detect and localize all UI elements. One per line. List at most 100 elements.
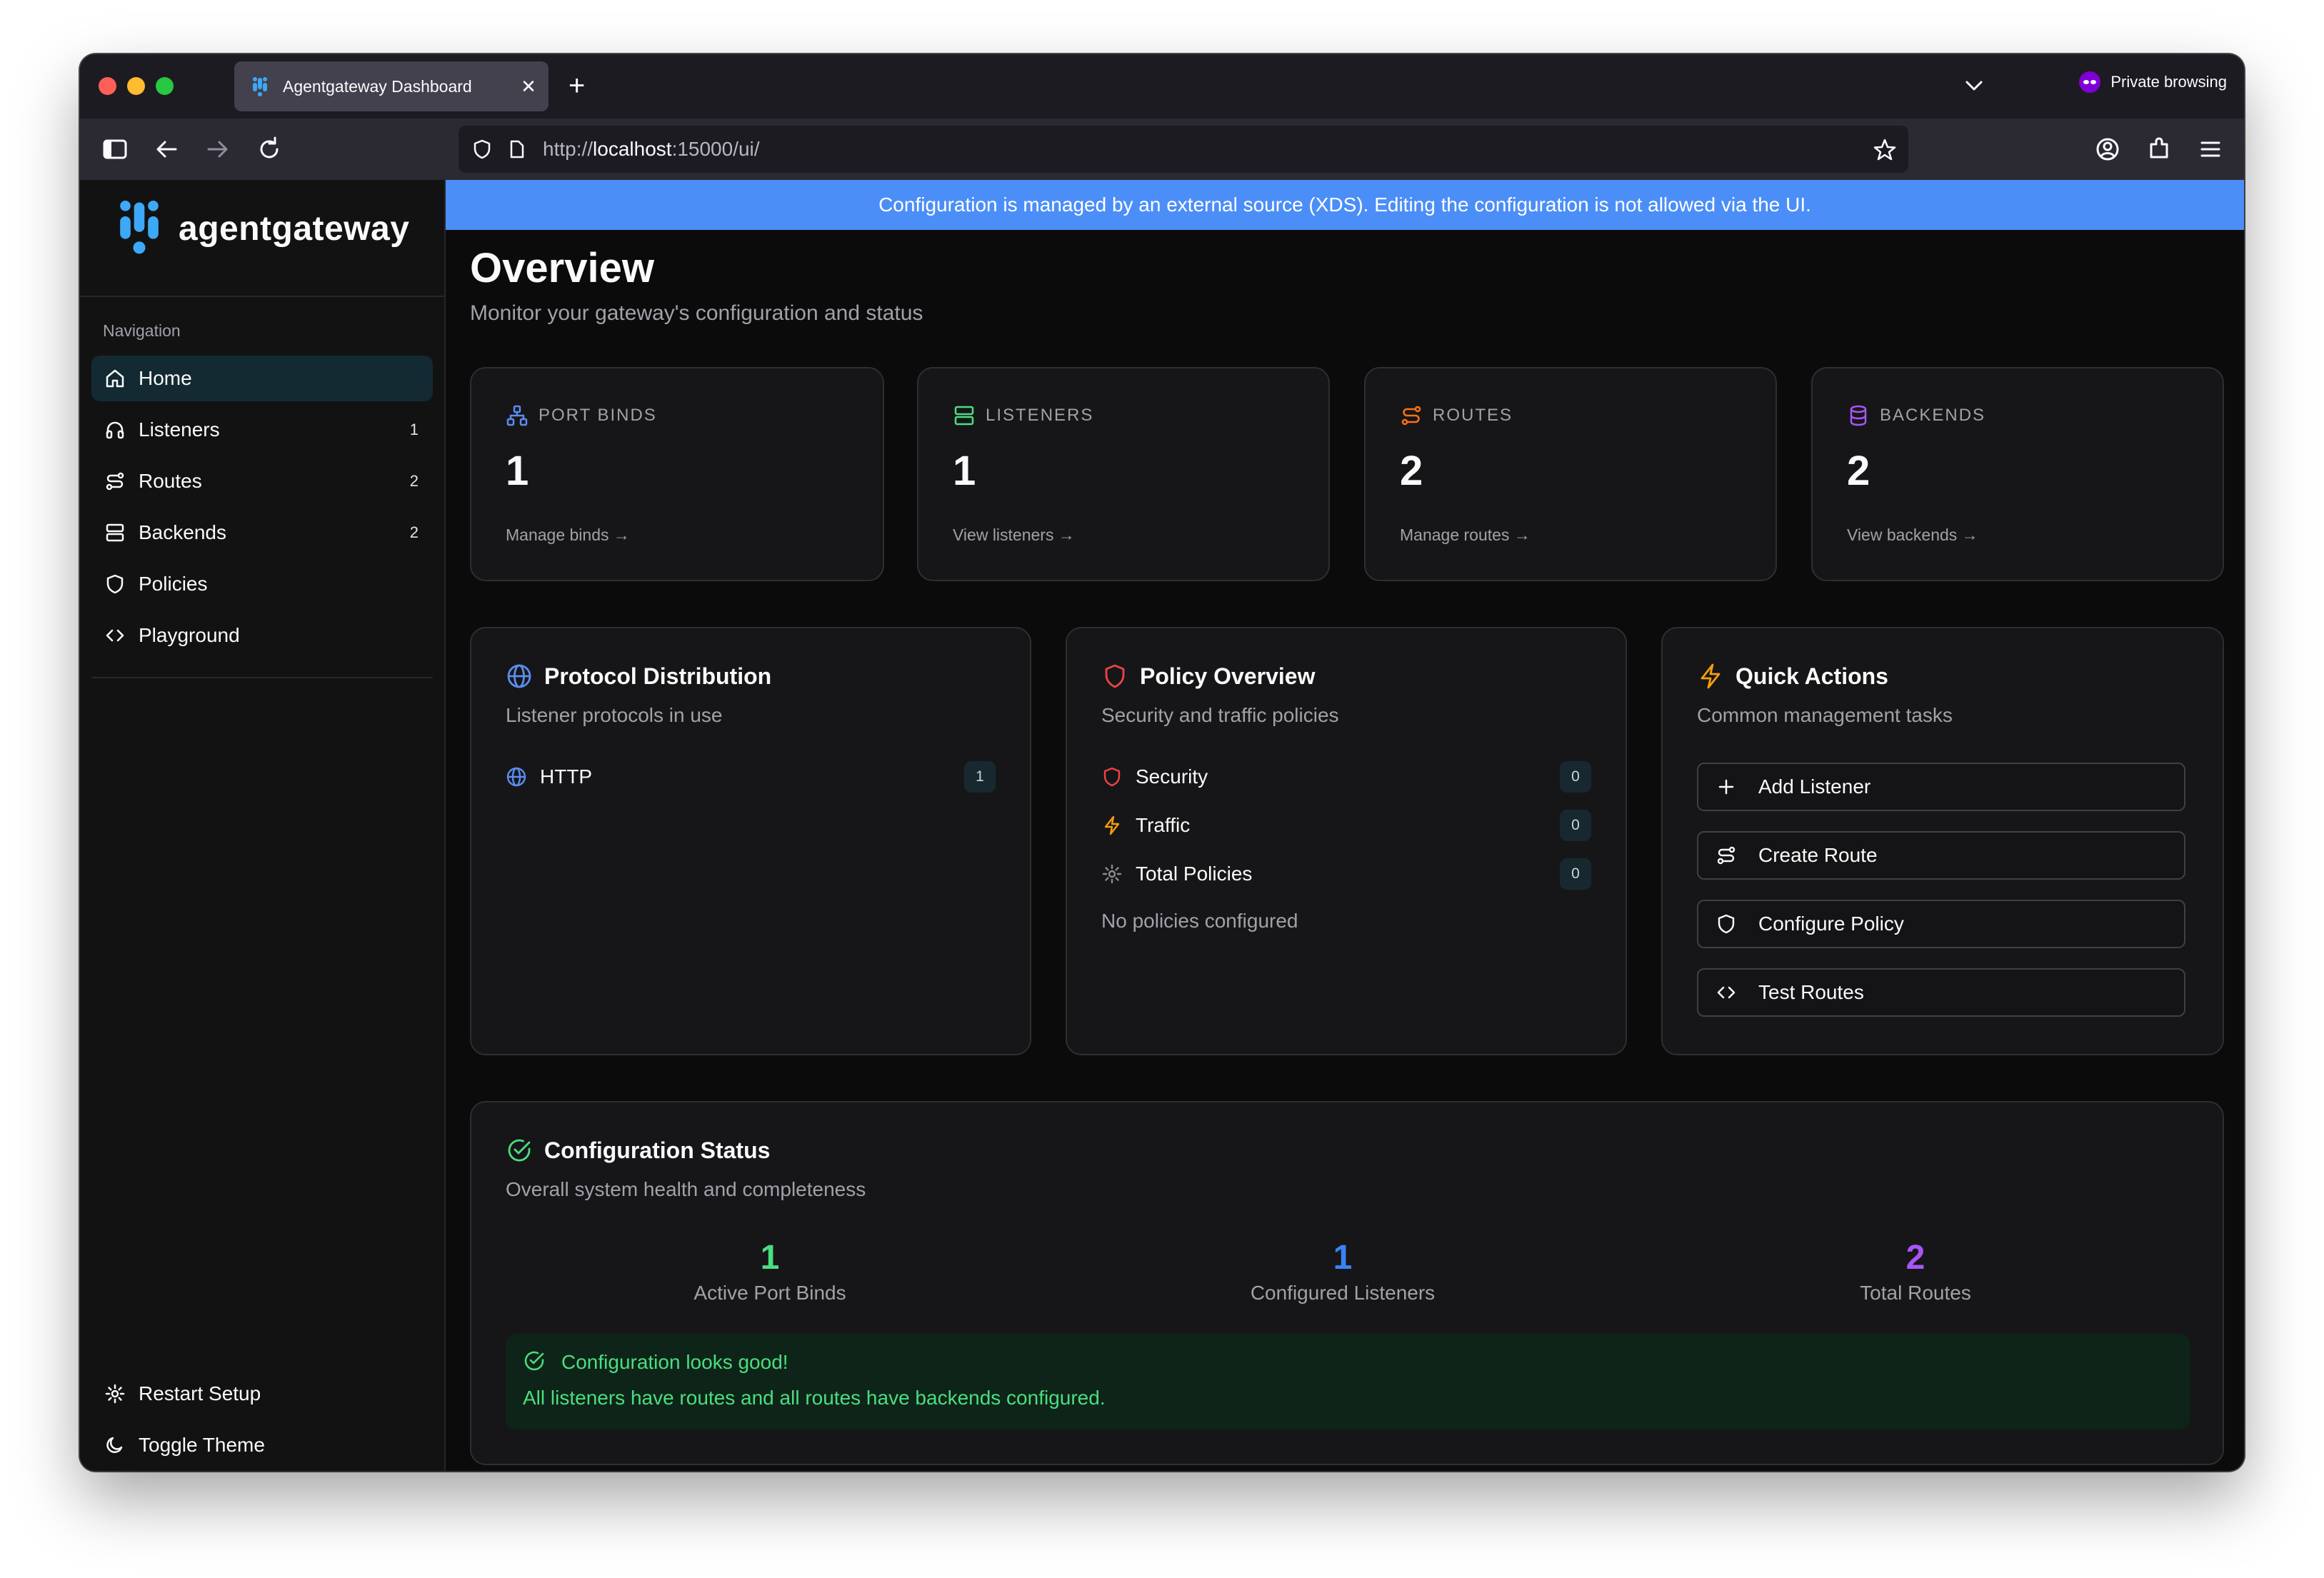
policy-row-security: Security 0 xyxy=(1101,761,1591,793)
chevron-down-icon[interactable] xyxy=(1960,71,1988,100)
config-ok-alert: Configuration looks good! All listeners … xyxy=(506,1334,2190,1429)
lightning-icon xyxy=(1701,663,1721,689)
manage-routes-link[interactable]: Manage routes → xyxy=(1400,526,1531,545)
close-window-button[interactable] xyxy=(99,77,116,95)
sidebar-item-listeners[interactable]: Listeners 1 xyxy=(91,407,433,453)
sidebar-item-label: Backends xyxy=(139,521,226,543)
route-icon xyxy=(1717,846,1736,865)
view-backends-link[interactable]: View backends → xyxy=(1847,526,1978,545)
browser-window: Agentgateway Dashboard ✕ + Private brows… xyxy=(80,54,2244,1471)
stat-card-routes: ROUTES 2 Manage routes → xyxy=(1364,367,1777,581)
metric-label: Active Port Binds xyxy=(693,1282,846,1304)
shield-icon xyxy=(1103,767,1121,787)
sidebar-item-routes[interactable]: Routes 2 xyxy=(91,458,433,504)
configure-policy-button[interactable]: Configure Policy xyxy=(1697,900,2185,948)
browser-tab-active[interactable]: Agentgateway Dashboard ✕ xyxy=(234,61,549,111)
add-listener-button[interactable]: Add Listener xyxy=(1697,763,2185,811)
agentgateway-logo-icon xyxy=(120,201,159,254)
new-tab-button[interactable]: + xyxy=(569,66,585,106)
stat-label: PORT BINDS xyxy=(539,406,657,425)
sidebar-item-label: Routes xyxy=(139,470,202,492)
sidebar-item-label: Playground xyxy=(139,624,240,646)
close-tab-icon[interactable]: ✕ xyxy=(514,76,543,98)
test-routes-button[interactable]: Test Routes xyxy=(1697,968,2185,1017)
database-icon xyxy=(1850,405,1867,426)
protocol-count-badge: 1 xyxy=(964,761,996,793)
policy-count-badge: 0 xyxy=(1560,858,1591,890)
sidebar-item-label: Listeners xyxy=(139,418,220,441)
back-arrow-icon[interactable] xyxy=(151,134,181,164)
create-route-label: Create Route xyxy=(1758,844,1878,866)
sidebar-toggle-icon[interactable] xyxy=(100,134,130,164)
forward-arrow-icon[interactable] xyxy=(203,134,233,164)
moon-icon xyxy=(106,1437,123,1453)
configure-policy-label: Configure Policy xyxy=(1758,913,1904,935)
protocol-distribution-title: Protocol Distribution xyxy=(544,663,772,689)
minimize-window-button[interactable] xyxy=(127,77,145,95)
stat-value: 2 xyxy=(1847,448,1870,494)
configuration-status-title: Configuration Status xyxy=(544,1137,771,1163)
url-scheme: http:// xyxy=(543,138,593,160)
test-routes-label: Test Routes xyxy=(1758,981,1864,1003)
brand-logo[interactable]: agentgateway xyxy=(111,198,409,258)
url-text[interactable]: http://localhost:15000/ui/ xyxy=(543,138,760,161)
sidebar-item-backends[interactable]: Backends 2 xyxy=(91,510,433,556)
stat-label: LISTENERS xyxy=(986,406,1094,425)
quick-actions-title: Quick Actions xyxy=(1736,663,1888,689)
reload-icon[interactable] xyxy=(254,134,284,164)
create-route-button[interactable]: Create Route xyxy=(1697,831,2185,880)
check-circle-icon xyxy=(524,1351,544,1371)
metric-value: 1 xyxy=(760,1239,780,1277)
sidebar-item-count: 2 xyxy=(409,472,419,490)
manage-binds-link[interactable]: Manage binds → xyxy=(506,526,630,545)
sidebar-item-count: 1 xyxy=(409,421,419,438)
sidebar-item-count: 2 xyxy=(409,523,419,541)
metric-value: 2 xyxy=(1905,1239,1925,1277)
toggle-theme-button[interactable]: Toggle Theme xyxy=(91,1422,433,1468)
tab-title: Agentgateway Dashboard xyxy=(283,76,472,96)
view-listeners-link[interactable]: View listeners → xyxy=(953,526,1075,545)
protocol-distribution-subtitle: Listener protocols in use xyxy=(506,704,723,726)
configuration-status-card: Configuration Status Overall system heal… xyxy=(470,1101,2224,1465)
stat-value: 1 xyxy=(953,448,976,494)
divider xyxy=(80,296,444,297)
globe-icon xyxy=(506,767,526,787)
xds-notice-banner: Configuration is managed by an external … xyxy=(446,180,2244,230)
policy-label: Total Policies xyxy=(1136,863,1253,885)
policy-label: Traffic xyxy=(1136,814,1191,836)
zoom-window-button[interactable] xyxy=(156,77,174,95)
server-icon xyxy=(954,406,974,426)
policy-overview-subtitle: Security and traffic policies xyxy=(1101,704,1339,726)
code-icon xyxy=(106,629,124,642)
shield-icon xyxy=(1105,664,1125,688)
policy-overview-card: Policy Overview Security and traffic pol… xyxy=(1066,627,1627,1055)
agentgateway-favicon-icon xyxy=(253,77,267,96)
stat-card-backends: BACKENDS 2 View backends → xyxy=(1811,367,2224,581)
bookmark-star-icon[interactable] xyxy=(1873,138,1897,162)
address-bar[interactable]: http://localhost:15000/ui/ xyxy=(459,126,1908,173)
server-icon xyxy=(106,523,124,542)
route-icon xyxy=(106,472,124,491)
policy-count-badge: 0 xyxy=(1560,761,1591,793)
headphones-icon xyxy=(106,421,124,439)
shield-icon xyxy=(106,574,124,594)
private-browsing-label: Private browsing xyxy=(2110,73,2227,91)
quick-actions-subtitle: Common management tasks xyxy=(1697,704,1953,726)
url-path: :15000/ui/ xyxy=(671,138,760,160)
code-icon xyxy=(1717,986,1736,999)
stat-label: ROUTES xyxy=(1433,406,1513,425)
sidebar-item-home[interactable]: Home xyxy=(91,356,433,401)
home-icon xyxy=(106,369,124,388)
extensions-icon[interactable] xyxy=(2144,134,2174,164)
tracking-shield-icon[interactable] xyxy=(471,139,493,160)
sidebar-item-playground[interactable]: Playground xyxy=(91,613,433,658)
config-ok-title: Configuration looks good! xyxy=(561,1351,788,1373)
hamburger-menu-icon[interactable] xyxy=(2195,134,2225,164)
restart-setup-button[interactable]: Restart Setup xyxy=(91,1371,433,1417)
protocol-row-http: HTTP 1 xyxy=(506,761,996,793)
sidebar-item-label: Home xyxy=(139,367,192,389)
account-icon[interactable] xyxy=(2093,134,2123,164)
sidebar-item-policies[interactable]: Policies xyxy=(91,561,433,607)
page-info-icon[interactable] xyxy=(506,139,527,160)
shield-icon xyxy=(1718,914,1735,934)
